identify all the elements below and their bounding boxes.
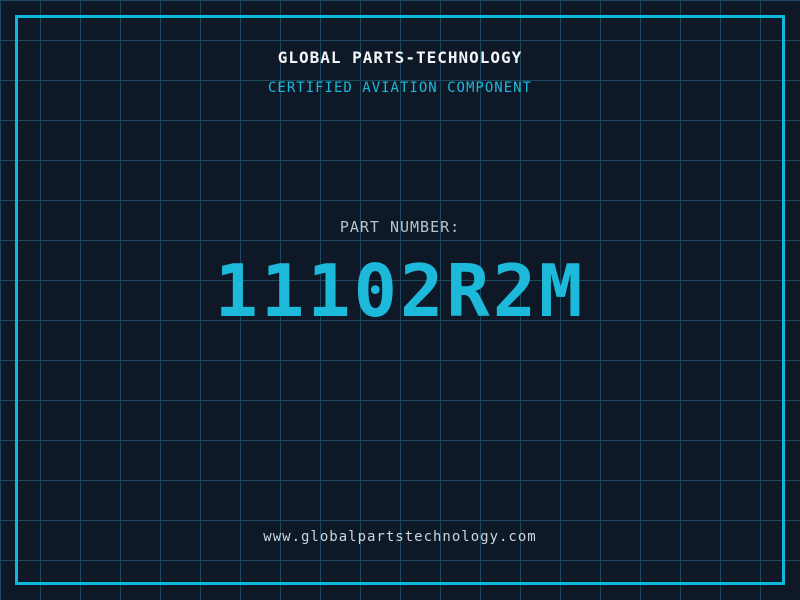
website-url: www.globalpartstechnology.com <box>263 529 537 545</box>
company-name: GLOBAL PARTS-TECHNOLOGY <box>277 48 523 67</box>
part-number-value: 11102R2M <box>214 249 586 333</box>
blueprint-part-card: { "colors": { "background": "#0f1827", "… <box>0 0 800 600</box>
part-number-label: PART NUMBER: <box>339 218 461 236</box>
certification-tagline: CERTIFIED AVIATION COMPONENT <box>267 80 532 96</box>
